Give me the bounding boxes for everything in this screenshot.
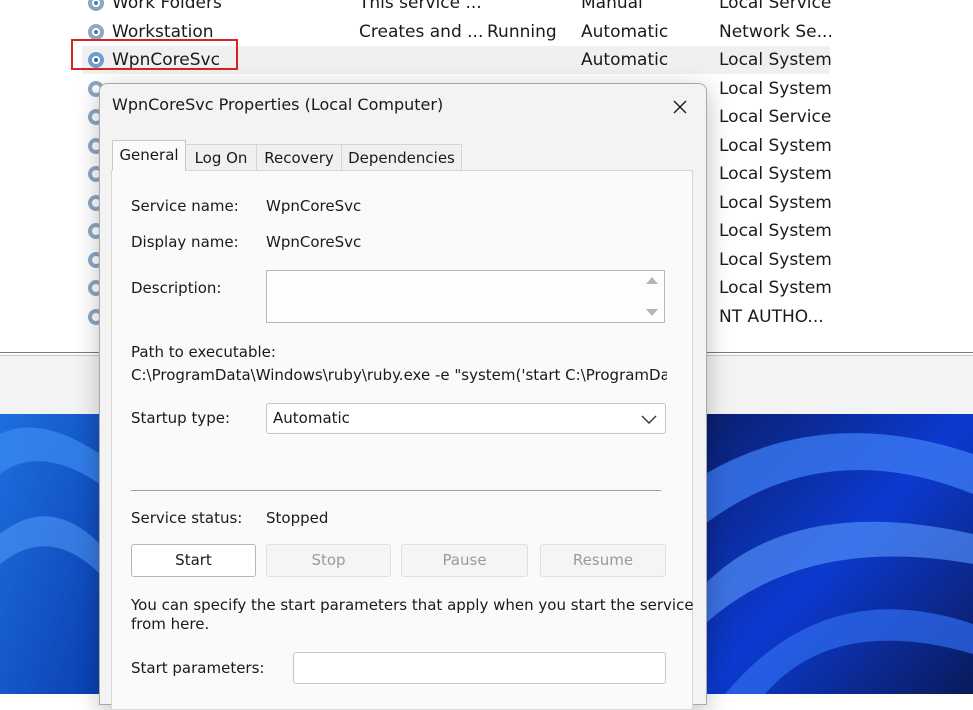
start-parameters-label: Start parameters: (131, 659, 265, 677)
service-properties-dialog: WpnCoreSvc Properties (Local Computer) G… (99, 83, 707, 710)
service-logon: Local System (719, 221, 832, 241)
startup-type-label: Startup type: (131, 409, 231, 427)
service-description: This service ... (359, 0, 482, 13)
scroll-up-icon[interactable] (646, 277, 658, 284)
start-parameters-hint: You can specify the start parameters tha… (131, 596, 694, 614)
tab-general[interactable]: General (112, 140, 186, 171)
close-icon (673, 100, 687, 114)
close-button[interactable] (666, 94, 694, 120)
tab-recovery[interactable]: Recovery (256, 144, 342, 170)
service-logon: Local System (719, 164, 832, 184)
service-logon: Local System (719, 79, 832, 99)
service-logon: Network Se... (719, 22, 833, 42)
service-description: Creates and ... (359, 22, 484, 42)
startup-type-value: Automatic (273, 409, 350, 427)
tab-dependencies[interactable]: Dependencies (341, 144, 462, 170)
display-name-value: WpnCoreSvc (266, 233, 362, 251)
service-startup: Automatic (581, 50, 669, 70)
separator (131, 490, 661, 491)
service-logon: Local System (719, 193, 832, 213)
service-logon: Local System (719, 278, 832, 298)
path-label: Path to executable: (131, 343, 276, 361)
stop-button[interactable]: Stop (266, 544, 391, 577)
service-logon: Local Service (719, 107, 832, 127)
path-value: C:\ProgramData\Windows\ruby\ruby.exe -e … (131, 366, 667, 384)
highlight-box (71, 39, 238, 70)
service-status: Running (487, 22, 557, 42)
desktop-wallpaper (0, 414, 100, 694)
service-name-label: Service name: (131, 197, 239, 215)
service-startup: Manual (581, 0, 643, 13)
service-status-value: Stopped (266, 509, 329, 527)
service-row[interactable]: Work Folders This service ... Manual Loc… (0, 0, 973, 17)
service-logon: Local System (719, 136, 832, 156)
desktop-wallpaper (705, 414, 973, 694)
start-parameters-hint-2: from here. (131, 615, 210, 633)
service-name: Work Folders (112, 0, 222, 13)
start-parameters-input[interactable] (293, 652, 666, 684)
description-field[interactable] (266, 270, 665, 323)
start-button[interactable]: Start (131, 544, 256, 577)
service-logon: Local System (719, 50, 832, 70)
pause-button[interactable]: Pause (401, 544, 528, 577)
service-logon: Local Service (719, 0, 832, 13)
service-startup: Automatic (581, 22, 669, 42)
dialog-title: WpnCoreSvc Properties (Local Computer) (112, 95, 444, 114)
service-gear-icon (88, 0, 104, 11)
tab-log-on[interactable]: Log On (185, 144, 257, 170)
resume-button[interactable]: Resume (540, 544, 666, 577)
scroll-down-icon[interactable] (646, 309, 658, 316)
startup-type-dropdown[interactable]: Automatic (266, 403, 666, 434)
description-label: Description: (131, 279, 222, 297)
service-name-value: WpnCoreSvc (266, 197, 362, 215)
service-logon: Local System (719, 250, 832, 270)
service-logon: NT AUTHO... (719, 307, 824, 327)
service-status-label: Service status: (131, 509, 243, 527)
chevron-down-icon (641, 415, 657, 424)
description-scrollbar[interactable] (640, 271, 664, 322)
display-name-label: Display name: (131, 233, 239, 251)
